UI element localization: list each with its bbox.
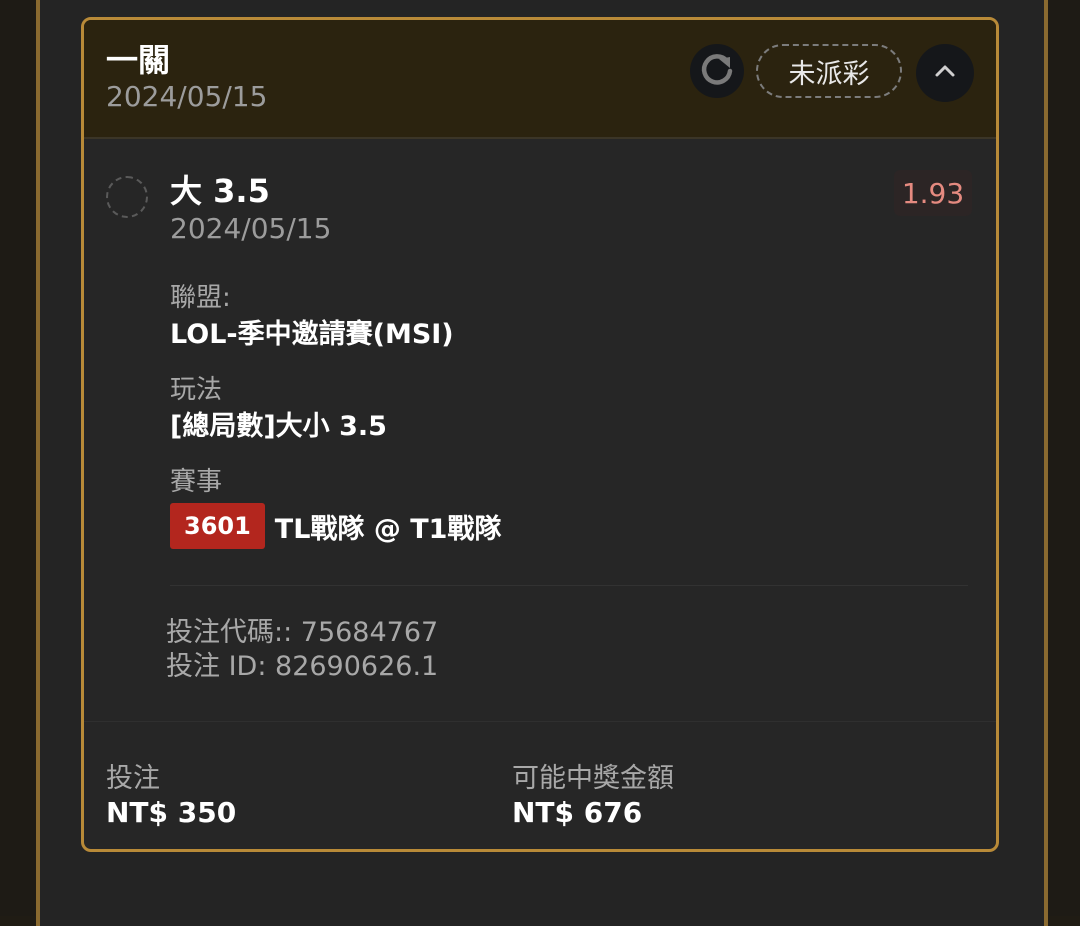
league-value: LOL-季中邀請賽(MSI): [170, 319, 454, 350]
bet-date: 2024/05/15: [106, 80, 268, 113]
market-label: 玩法: [170, 375, 223, 405]
divider: [170, 585, 968, 586]
event-name: TL戰隊 @ T1戰隊: [274, 513, 502, 545]
stake-value: NT$ 350: [106, 796, 237, 829]
odds-badge: 1.93: [894, 170, 972, 216]
bet-id: 投注 ID: 82690626.1: [166, 651, 439, 682]
divider: [84, 721, 996, 722]
refresh-icon: [697, 49, 737, 93]
bet-codes: 投注代碼:: 75684767 投注 ID: 82690626.1: [166, 616, 438, 684]
league-label: 聯盟:: [170, 283, 231, 313]
market-value: [總局數]大小 3.5: [170, 411, 387, 442]
payout-value: NT$ 676: [512, 796, 643, 829]
payout-label: 可能中獎金額: [512, 763, 674, 794]
selection-radio[interactable]: [106, 176, 148, 218]
event-code-badge: 3601: [170, 503, 265, 549]
bet-card: 一關 2024/05/15 未派彩 大 3.5 2024/05/15 1.93 …: [81, 17, 999, 852]
event-row: 3601 TL戰隊 @ T1戰隊: [170, 503, 501, 549]
bet-type-title: 一關: [106, 41, 171, 79]
event-label: 賽事: [170, 467, 223, 497]
bet-card-header: 一關 2024/05/15 未派彩: [84, 20, 996, 139]
selection-pick: 大 3.5: [170, 172, 270, 210]
payout-summary: 可能中獎金額 NT$ 676: [512, 762, 674, 830]
selection-date: 2024/05/15: [170, 212, 332, 245]
stake-summary: 投注 NT$ 350: [106, 762, 236, 830]
refresh-button[interactable]: [690, 44, 744, 98]
status-badge: 未派彩: [756, 44, 902, 98]
bet-code: 投注代碼:: 75684767: [166, 617, 439, 648]
stake-label: 投注: [106, 763, 160, 794]
chevron-up-icon: [931, 57, 959, 89]
page: 一關 2024/05/15 未派彩 大 3.5 2024/05/15 1.93 …: [0, 0, 1080, 926]
collapse-button[interactable]: [916, 44, 974, 102]
